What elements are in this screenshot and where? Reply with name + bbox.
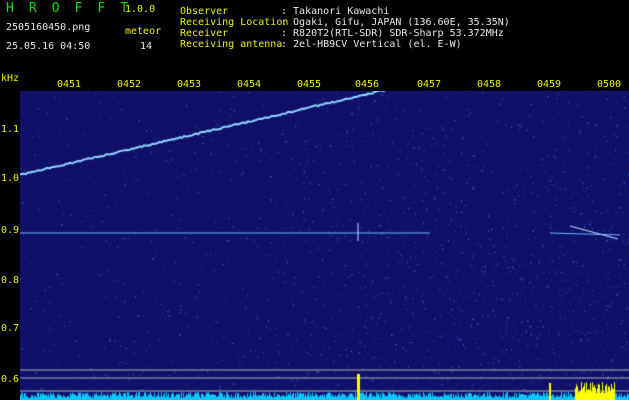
info-field-labels: Observer Receiving Location Receiver Rec…	[180, 6, 289, 50]
spectrogram-plot	[20, 91, 629, 400]
capture-datetime: 25.05.16 04:50	[6, 41, 91, 52]
meteor-count-value: 14	[140, 41, 153, 52]
info-field-values: : Takanori Kawachi : Ogaki, Gifu, JAPAN …	[281, 6, 510, 50]
freq-label-0.6: 0.6	[1, 374, 20, 385]
frequency-unit-label: kHz	[1, 73, 20, 84]
freq-label-1.0: 1.0	[1, 173, 20, 184]
time-label-0454: 0454	[237, 79, 262, 90]
freq-label-0.9: 0.9	[1, 225, 20, 236]
time-label-0451: 0451	[57, 79, 82, 90]
header-panel: H R O F F T 1.0.0 2505160450.png 25.05.1…	[0, 0, 629, 73]
app-version: 1.0.0	[125, 4, 156, 15]
app-title: H R O F F T	[6, 1, 132, 16]
spectrogram-canvas	[20, 91, 629, 400]
freq-label-1.1: 1.1	[1, 124, 20, 135]
time-label-0458: 0458	[477, 79, 502, 90]
freq-label-0.8: 0.8	[1, 275, 20, 286]
time-label-0453: 0453	[177, 79, 202, 90]
freq-label-0.7: 0.7	[1, 323, 20, 334]
time-label-0452: 0452	[117, 79, 142, 90]
image-filename: 2505160450.png	[6, 22, 91, 33]
time-label-0457: 0457	[417, 79, 442, 90]
frequency-axis: kHz 1.1 1.0 0.9 0.8 0.7 0.6	[0, 73, 20, 400]
meteor-count-label: meteor	[125, 26, 162, 37]
time-label-0500: 0500	[597, 79, 622, 90]
time-axis: 0451 0452 0453 0454 0455 0456 0457 0458 0459 0500	[0, 73, 629, 91]
time-label-0459: 0459	[537, 79, 562, 90]
time-label-0456: 0456	[355, 79, 380, 90]
time-label-0455: 0455	[297, 79, 322, 90]
